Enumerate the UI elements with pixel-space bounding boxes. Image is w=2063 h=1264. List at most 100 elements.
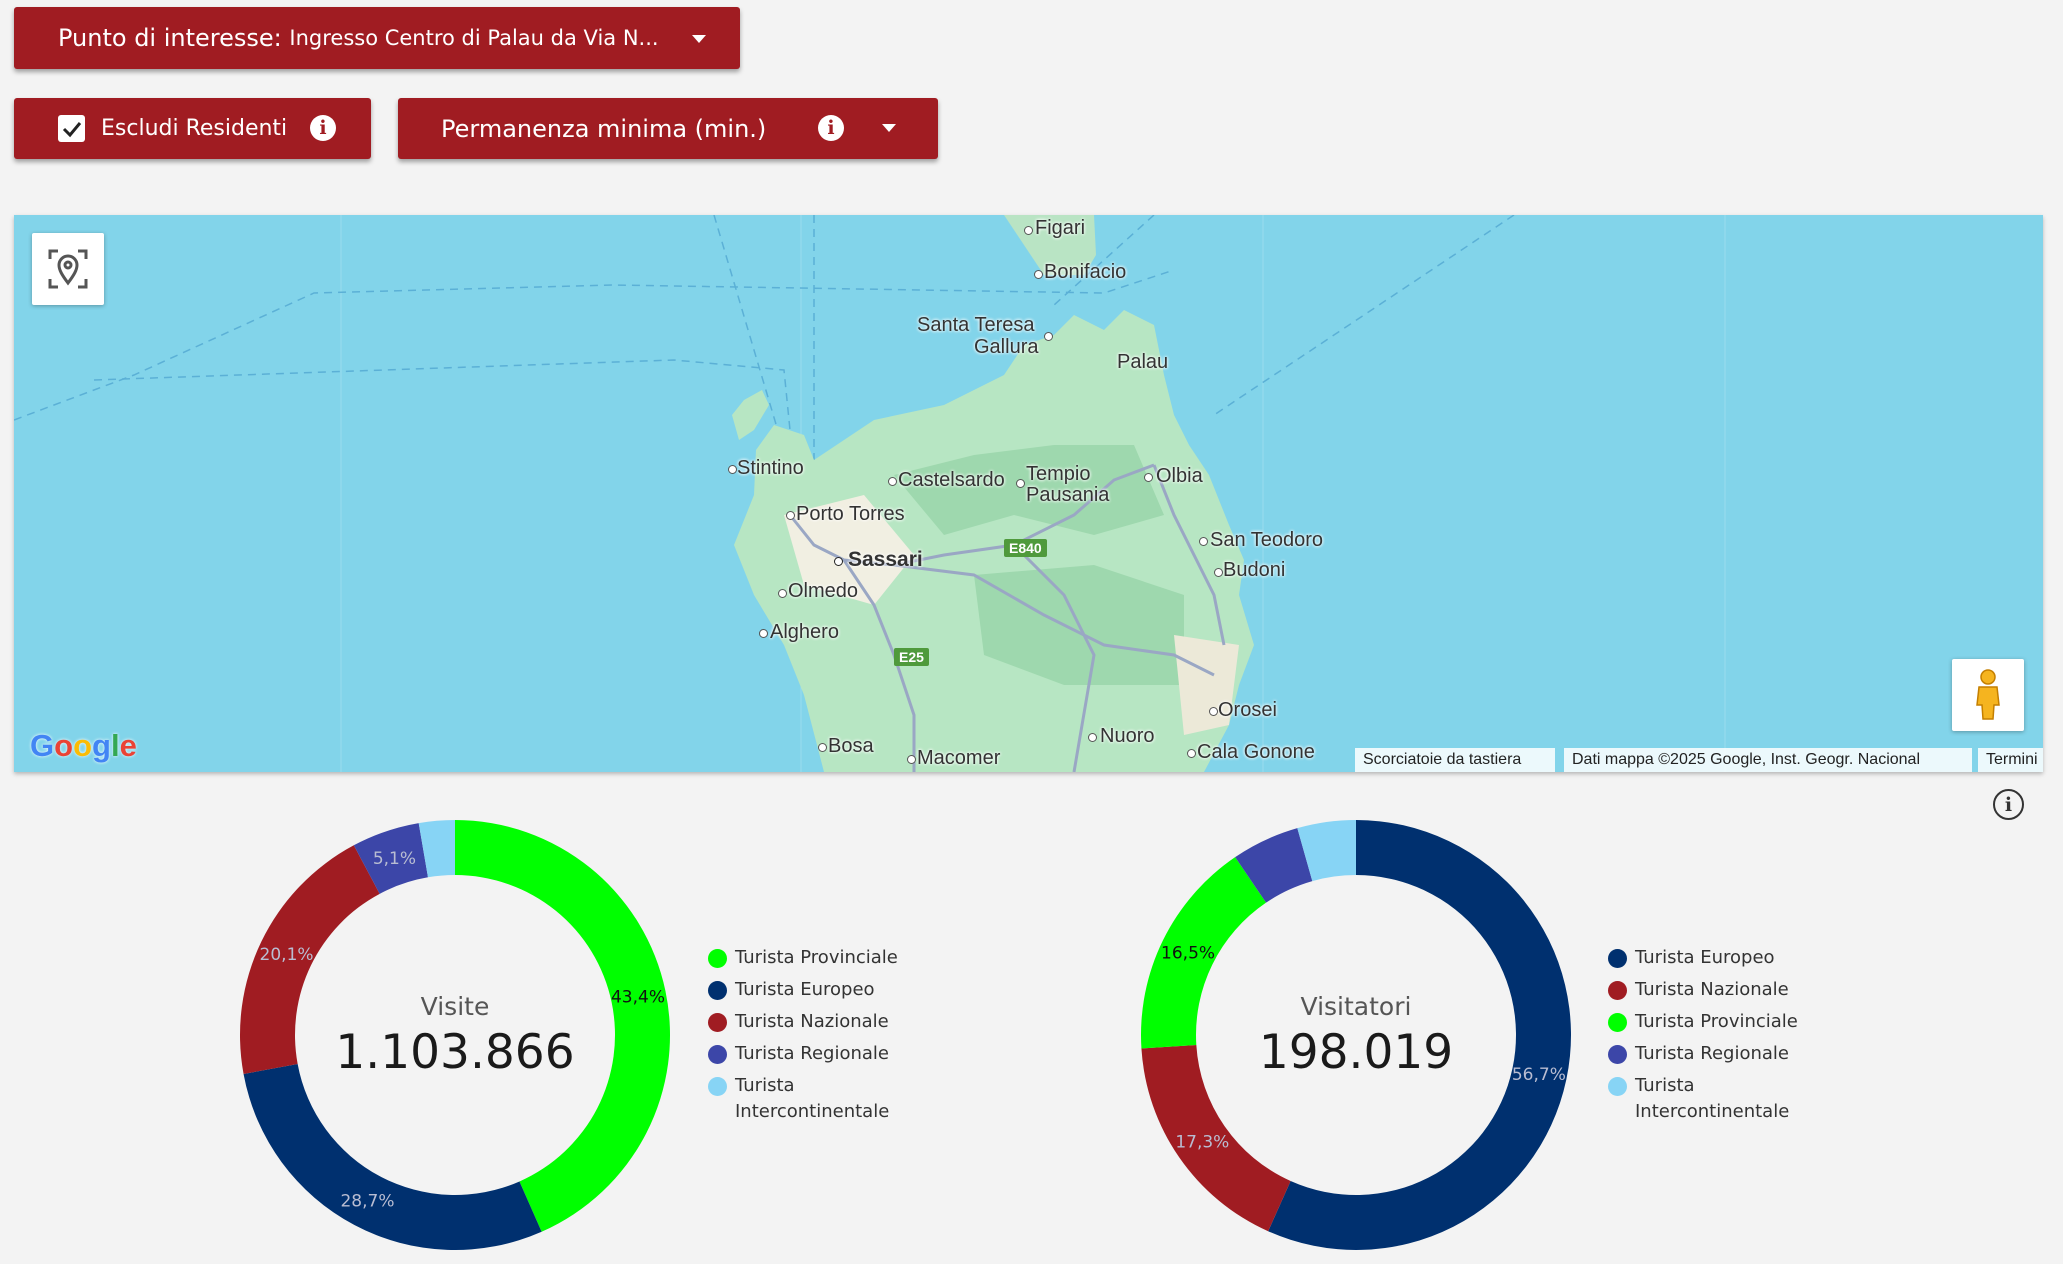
map-place-label: Orosei xyxy=(1218,699,1277,721)
terms-link[interactable]: Termini xyxy=(1978,748,2043,772)
map-place-marker xyxy=(907,755,916,764)
map-place-marker xyxy=(728,465,737,474)
map-place-label: Olmedo xyxy=(788,580,859,602)
road-shield: E25 xyxy=(894,648,929,666)
visitors-donut-chart: 56,7% 17,3% 16,5% Visitatori 198.019 xyxy=(1141,820,1571,1250)
legend-label: Turista Europeo xyxy=(1635,947,1775,968)
legend-item[interactable]: Turista Intercontinentale xyxy=(1608,1075,1815,1125)
min-stay-dropdown[interactable]: Permanenza minima (min.) i xyxy=(398,98,938,159)
legend-swatch xyxy=(1608,1013,1627,1032)
legend-swatch xyxy=(1608,1045,1627,1064)
map-place-label: Stintino xyxy=(737,457,804,479)
legend-label: Turista Regionale xyxy=(1635,1043,1789,1064)
map[interactable]: Figari Bonifacio Santa Teresa Gallura Pa… xyxy=(14,215,2043,772)
map-place-marker xyxy=(1214,568,1223,577)
map-place-label: Budoni xyxy=(1223,559,1286,581)
slice-percent-label: 43,4% xyxy=(611,988,665,1008)
poi-label: Punto di interesse xyxy=(58,24,274,52)
visits-title: Visite xyxy=(420,992,490,1021)
map-place-label: Olbia xyxy=(1156,465,1203,487)
map-place-label: Sassari xyxy=(848,548,923,571)
visitors-legend: Turista Europeo Turista Nazionale Turista … xyxy=(1608,947,1815,1134)
legend-item[interactable]: Turista Provinciale xyxy=(1608,1011,1815,1035)
legend-item[interactable]: Turista Provinciale xyxy=(708,947,915,971)
map-place-marker xyxy=(759,629,768,638)
locate-button[interactable] xyxy=(32,233,104,305)
map-place-label: Gallura xyxy=(974,336,1039,358)
legend-swatch xyxy=(708,1013,727,1032)
map-place-label: Bonifacio xyxy=(1044,261,1127,283)
legend-label: Turista Intercontinentale xyxy=(1635,1075,1790,1122)
checkbox[interactable] xyxy=(58,115,85,142)
street-view-button[interactable] xyxy=(1952,659,2024,731)
map-place-marker xyxy=(1209,707,1218,716)
keyboard-shortcuts-link[interactable]: Scorciatoie da tastiera xyxy=(1355,748,1555,772)
map-place-label: Macomer xyxy=(917,747,1001,769)
map-place-label: Pausania xyxy=(1026,484,1110,506)
visitors-title: Visitatori xyxy=(1300,992,1412,1021)
slice-percent-label: 28,7% xyxy=(340,1191,394,1211)
map-place-marker xyxy=(1199,537,1208,546)
map-place-label: Figari xyxy=(1035,217,1086,239)
info-icon[interactable]: i xyxy=(818,115,844,141)
google-logo: Google xyxy=(30,728,137,763)
map-place-label: Bosa xyxy=(828,735,874,757)
visits-legend: Turista Provinciale Turista Europeo Turist… xyxy=(708,947,915,1134)
map-place-marker xyxy=(1024,226,1033,235)
map-place-marker xyxy=(1144,473,1153,482)
pegman-icon xyxy=(1976,669,2000,720)
legend-swatch xyxy=(708,1045,727,1064)
slice-percent-label: 16,5% xyxy=(1161,944,1215,964)
checkmark-icon xyxy=(62,121,81,137)
map-place-marker xyxy=(1016,479,1025,488)
poi-dropdown[interactable]: Punto di interesse: Ingresso Centro di P… xyxy=(14,7,740,69)
map-place-marker xyxy=(1044,332,1053,341)
map-place-label: Castelsardo xyxy=(898,469,1005,491)
map-place-label: San Teodoro xyxy=(1210,529,1324,551)
map-place-label: Alghero xyxy=(770,621,839,643)
legend-item[interactable]: Turista Regionale xyxy=(708,1043,915,1067)
location-pin-icon xyxy=(48,249,88,289)
map-place-label: Tempio xyxy=(1026,463,1091,485)
map-place-marker xyxy=(1034,270,1043,279)
map-place-marker xyxy=(778,589,787,598)
map-place-marker xyxy=(1187,749,1196,758)
legend-swatch xyxy=(708,949,727,968)
legend-swatch xyxy=(708,981,727,1000)
legend-label: Turista Provinciale xyxy=(1635,1011,1798,1032)
exclude-residents-label: Escludi Residenti xyxy=(101,116,288,141)
legend-item[interactable]: Turista Europeo xyxy=(1608,947,1815,971)
legend-item[interactable]: Turista Nazionale xyxy=(1608,979,1815,1003)
chevron-down-icon xyxy=(692,35,706,43)
visits-total: 1.103.866 xyxy=(335,1025,575,1080)
slice-percent-label: 20,1% xyxy=(260,945,314,965)
slice-percent-label: 17,3% xyxy=(1175,1133,1229,1153)
donut-slice[interactable] xyxy=(243,1063,542,1250)
legend-label: Turista Nazionale xyxy=(735,1011,889,1032)
legend-label: Turista Provinciale xyxy=(735,947,898,968)
map-place-label: Nuoro xyxy=(1100,725,1155,747)
map-place-label: Palau xyxy=(1117,351,1169,373)
slice-percent-label: 5,1% xyxy=(373,849,416,869)
legend-item[interactable]: Turista Regionale xyxy=(1608,1043,1815,1067)
road-shield: E840 xyxy=(1004,539,1047,557)
map-place-marker xyxy=(1088,733,1097,742)
info-icon[interactable]: i xyxy=(310,115,336,141)
legend-item[interactable]: Turista Europeo xyxy=(708,979,915,1003)
legend-item[interactable]: Turista Intercontinentale xyxy=(708,1075,915,1125)
map-place-label: Cala Gonone xyxy=(1197,741,1315,763)
exclude-residents-toggle[interactable]: Escludi Residenti i xyxy=(14,98,371,159)
legend-label: Turista Regionale xyxy=(735,1043,889,1064)
map-place-marker xyxy=(888,477,897,486)
info-icon[interactable]: i xyxy=(1993,789,2024,820)
map-place-marker xyxy=(786,511,795,520)
map-place-label: Santa Teresa xyxy=(917,314,1035,336)
legend-label: Turista Nazionale xyxy=(1635,979,1789,1000)
legend-swatch xyxy=(1608,949,1627,968)
legend-swatch xyxy=(1608,1077,1627,1096)
legend-item[interactable]: Turista Nazionale xyxy=(708,1011,915,1035)
legend-label: Turista Intercontinentale xyxy=(735,1075,890,1122)
map-place-marker xyxy=(818,743,827,752)
chevron-down-icon xyxy=(882,124,896,132)
map-place-label: Porto Torres xyxy=(796,503,905,525)
